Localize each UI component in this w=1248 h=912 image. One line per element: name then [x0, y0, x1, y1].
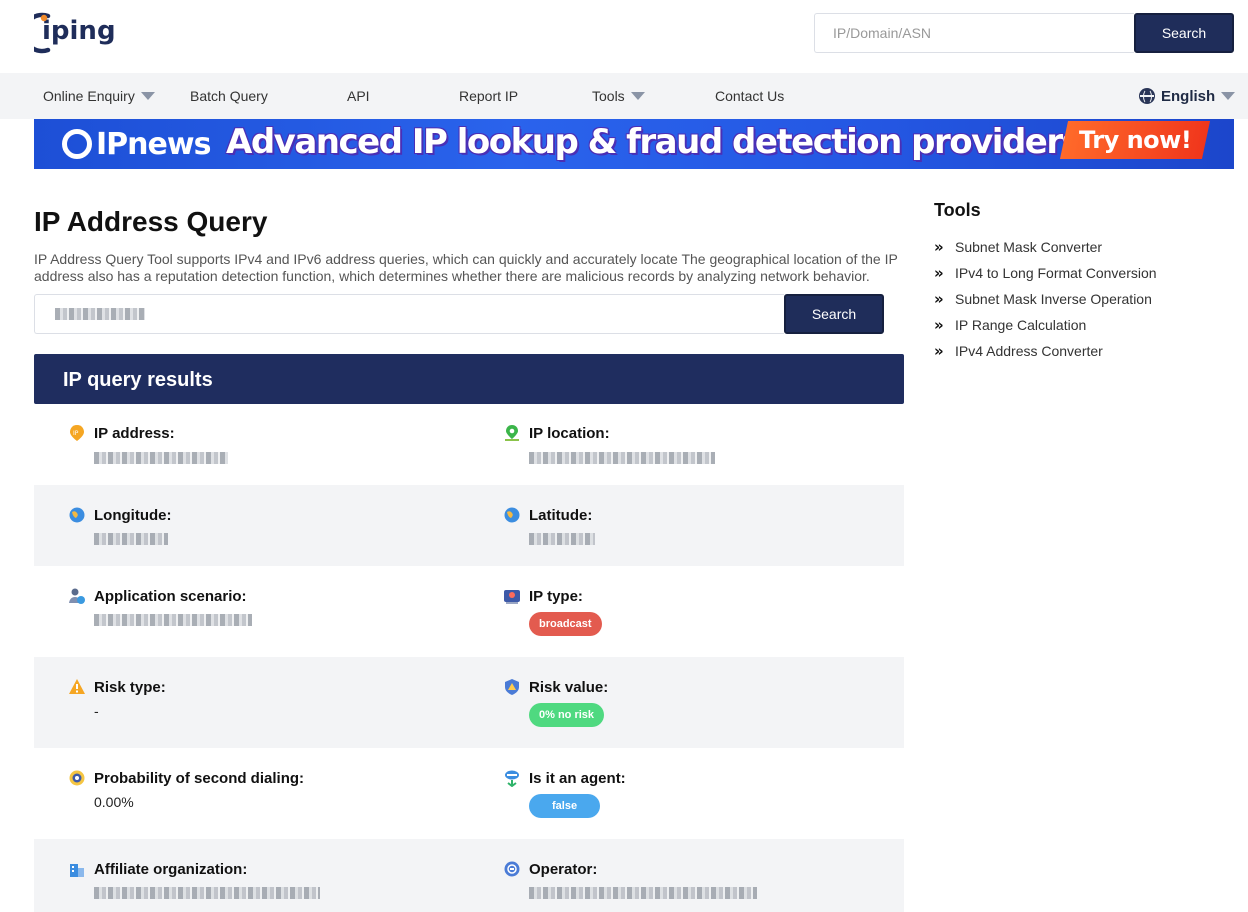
building-icon [70, 864, 84, 877]
obscured-value [529, 886, 757, 902]
obscured-value [94, 451, 228, 467]
tools-sidebar-list: » Subnet Mask Converter » IPv4 to Long For… [934, 234, 1157, 364]
page-description: IP Address Query Tool supports IPv4 and … [34, 251, 898, 284]
operator-icon [504, 861, 520, 877]
sidebar-item-label: Subnet Mask Converter [955, 239, 1103, 255]
language-label: English [1161, 87, 1216, 105]
obscured-value [529, 451, 715, 467]
result-label: Affiliate organization: [94, 861, 248, 878]
result-label: IP location: [529, 425, 610, 442]
ipnews-o-icon [62, 129, 92, 159]
agent-icon [505, 770, 519, 787]
banner-cta-button[interactable]: Try now! [1059, 121, 1211, 159]
nav-report-ip[interactable]: Report IP [459, 73, 518, 119]
map-location-icon [505, 425, 519, 441]
obscured-value [94, 532, 168, 548]
result-label: IP type: [529, 588, 583, 605]
chevron-double-right-icon: » [934, 290, 944, 308]
sidebar-item-label: IP Range Calculation [955, 317, 1087, 333]
ipnews-logo: IPnews [62, 123, 211, 165]
main-nav: Online Enquiry Batch Query API Report IP… [0, 73, 1248, 119]
result-label: Is it an agent: [529, 770, 626, 787]
nav-contact-us[interactable]: Contact Us [715, 73, 784, 119]
svg-text:IP: IP [73, 430, 79, 437]
banner-cta-label: Try now! [1078, 126, 1192, 154]
results-header: IP query results [34, 354, 904, 404]
nav-label: Online Enquiry [43, 87, 135, 104]
ip-type-badge: broadcast [529, 612, 602, 636]
result-label: Risk type: [94, 679, 166, 696]
banner-headline: Advanced IP lookup & fraud detection pro… [226, 122, 1082, 162]
result-label: Operator: [529, 861, 598, 878]
chevron-double-right-icon: » [934, 342, 944, 360]
result-row: IP IP address: IP location: [34, 404, 904, 485]
ip-type-icon [504, 590, 520, 604]
caret-down-icon [140, 92, 155, 100]
ip-search: Search [34, 294, 884, 334]
globe-icon [504, 507, 520, 523]
globe-icon [69, 507, 85, 523]
obscured-value [529, 532, 595, 548]
chevron-double-right-icon: » [934, 238, 944, 256]
sidebar-item-label: IPv4 Address Converter [955, 343, 1103, 359]
obscured-value [94, 613, 252, 629]
nav-online-enquiry[interactable]: Online Enquiry [43, 73, 155, 119]
second-dialing-value: 0.00% [94, 794, 134, 810]
banner-brand: IPnews [96, 126, 211, 162]
obscured-value [55, 308, 145, 320]
ip-pin-icon: IP [70, 425, 84, 441]
caret-down-icon [630, 92, 645, 100]
obscured-value [94, 886, 320, 902]
warning-icon [69, 679, 85, 694]
page-title: IP Address Query [34, 206, 268, 237]
result-label: Risk value: [529, 679, 609, 696]
header-search: Search [814, 13, 1234, 53]
site-header: iping Search [0, 0, 1248, 73]
tools-sidebar-title: Tools [934, 200, 981, 220]
result-row: Application scenario: IP type: broadcast [34, 566, 904, 657]
svg-text:iping: iping [42, 16, 116, 46]
chevron-double-right-icon: » [934, 264, 944, 282]
ip-search-button[interactable]: Search [784, 294, 884, 334]
nav-label: API [347, 87, 370, 104]
sidebar-item-subnet-mask-converter[interactable]: » Subnet Mask Converter [934, 234, 1157, 260]
header-search-button[interactable]: Search [1134, 13, 1234, 53]
caret-down-icon [1221, 92, 1236, 100]
nav-tools[interactable]: Tools [592, 73, 645, 119]
result-label: Application scenario: [94, 588, 247, 605]
ad-banner[interactable]: IPnews Advanced IP lookup & fraud detect… [34, 119, 1234, 169]
result-label: IP address: [94, 425, 175, 442]
ip-search-input[interactable] [34, 294, 784, 334]
globe-icon [1139, 88, 1155, 104]
iping-logo[interactable]: iping [34, 10, 134, 54]
nav-label: Report IP [459, 87, 519, 104]
risk-value-badge: 0% no risk [529, 703, 605, 727]
risk-type-value: - [94, 703, 99, 719]
nav-label: Tools [592, 87, 625, 104]
sidebar-item-ipv4-address-converter[interactable]: » IPv4 Address Converter [934, 338, 1157, 364]
is-agent-badge: false [529, 794, 601, 818]
result-row: Probability of second dialing: 0.00% Is … [34, 748, 904, 839]
result-row: Risk type: - Risk value: 0% no risk [34, 657, 904, 748]
scenario-icon [69, 588, 85, 604]
sidebar-item-ipv4-to-long[interactable]: » IPv4 to Long Format Conversion [934, 260, 1157, 286]
result-label: Probability of second dialing: [94, 770, 305, 787]
language-selector[interactable]: English [1139, 73, 1236, 119]
sidebar-item-ip-range-calculation[interactable]: » IP Range Calculation [934, 312, 1157, 338]
sidebar-item-subnet-mask-inverse[interactable]: » Subnet Mask Inverse Operation [934, 286, 1157, 312]
nav-label: Batch Query [190, 87, 268, 104]
nav-api[interactable]: API [347, 73, 370, 119]
sidebar-item-label: IPv4 to Long Format Conversion [955, 265, 1157, 281]
sidebar-item-label: Subnet Mask Inverse Operation [955, 291, 1152, 307]
nav-batch-query[interactable]: Batch Query [190, 73, 268, 119]
shield-icon [505, 679, 519, 695]
result-label: Latitude: [529, 507, 593, 524]
dial-icon [69, 770, 85, 786]
result-label: Longitude: [94, 507, 172, 524]
nav-label: Contact Us [715, 87, 785, 104]
header-search-input[interactable] [814, 13, 1134, 53]
chevron-double-right-icon: » [934, 316, 944, 334]
result-row: Affiliate organization: Operator: [34, 839, 904, 912]
result-row: Longitude: Latitude: [34, 485, 904, 566]
